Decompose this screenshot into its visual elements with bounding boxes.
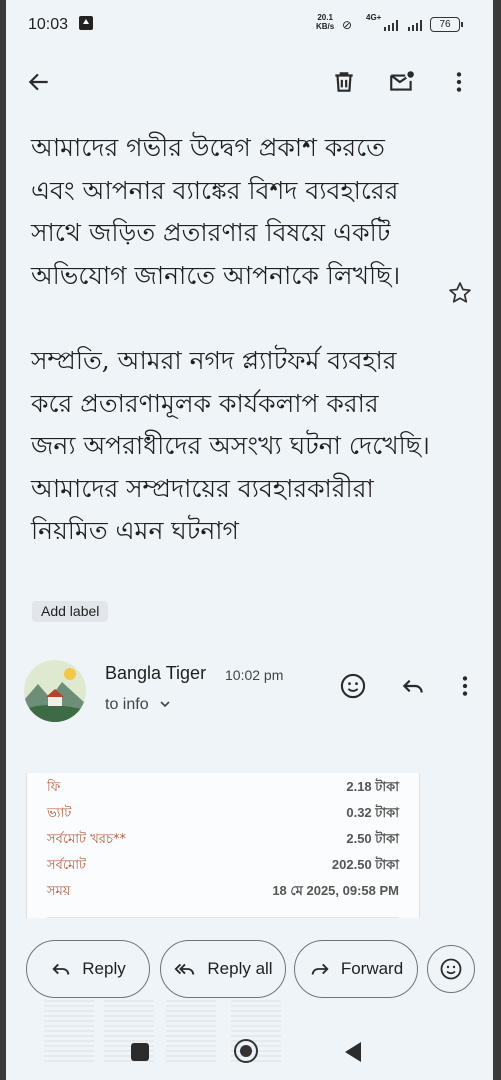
recipient-details[interactable]: to info [105,696,171,714]
message-toolbar [6,55,493,111]
reply-all-icon [174,963,195,975]
receipt-row: ফি 2.18 টাকা [27,775,419,801]
receipt-row: ভ্যাট 0.32 টাকা [27,801,419,827]
emoji-icon [440,958,462,980]
reply-icon [52,963,70,975]
gmail-message-screen: 10:03 20.1 KB/s ⊘ 4G+ 76 আমাদের গভীর উদ্… [6,0,493,1080]
network-speed-value: 20.1 [317,13,333,22]
upload-notification-icon [79,16,93,30]
reply-all-button[interactable]: Reply all [160,940,286,998]
delete-icon[interactable] [331,69,357,95]
sender-name: Bangla Tiger [105,663,207,683]
receipt-value: 202.50 টাকা [331,857,399,872]
message-paragraph-1: আমাদের গভীর উদ্বেগ প্রকাশ করতে এবং আপনার… [31,133,401,290]
receipt-row: সময় 18 মে 2025, 09:58 PM [27,879,419,905]
receipt-label: সর্বমোট খরচ** [47,832,126,847]
receipt-label: ফি [47,780,61,795]
receipt-label: ভ্যাট [47,806,72,821]
system-navigation-bar [6,1010,493,1080]
status-time: 10:03 [28,16,69,33]
reply-all-button-label: Reply all [207,959,273,978]
forward-button-label: Forward [340,959,404,978]
recipient-label: to info [105,696,149,713]
forward-button[interactable]: Forward [294,940,418,998]
react-emoji-button[interactable] [427,945,475,993]
receipt-value: 2.18 টাকা [346,779,399,794]
reply-button-label: Reply [82,959,126,978]
sent-time: 10:02 pm [225,667,284,683]
network-speed: 20.1 KB/s [316,13,334,31]
message-paragraph-2: সম্প্রতি, আমরা নগদ প্ল্যাটফর্ম ব্যবহার ক… [31,345,430,546]
receipt-value: 0.32 টাকা [346,805,399,820]
receipt-row: সর্বমোট খরচ** 2.50 টাকা [27,827,419,853]
recents-button-icon[interactable] [131,1043,149,1061]
forward-icon [311,963,329,975]
message-more-icon[interactable] [452,673,478,699]
reply-icon[interactable] [400,673,426,699]
more-vert-icon[interactable] [446,69,472,95]
home-button-icon[interactable] [233,1038,259,1064]
network-speed-unit: KB/s [316,22,335,31]
mark-unread-icon[interactable] [388,69,416,95]
vibrate-off-icon: ⊘ [342,18,353,32]
avatar[interactable] [24,660,86,722]
back-triangle-icon[interactable] [343,1041,363,1063]
add-reaction-icon[interactable] [339,672,367,700]
receipt-value: 2.50 টাকা [346,831,399,846]
signal-bars-2-icon [408,20,422,31]
network-type: 4G+ [366,13,382,22]
add-label-chip[interactable]: Add label [32,601,109,622]
message-body: আমাদের গভীর উদ্বেগ প্রকাশ করতে এবং আপনার… [31,127,431,553]
battery-indicator: 76 [430,17,463,32]
signal-bars-icon [384,20,398,31]
transaction-receipt: ফি 2.18 টাকা ভ্যাট 0.32 টাকা সর্বমোট খরচ… [26,773,420,918]
status-bar: 10:03 20.1 KB/s ⊘ 4G+ 76 [6,0,493,50]
star-icon[interactable] [447,280,473,306]
screen-edge-right [493,0,501,1080]
receipt-label: সর্বমোট [47,858,87,873]
reply-button[interactable]: Reply [26,940,150,998]
back-arrow-icon[interactable] [26,69,52,95]
receipt-divider [47,917,399,918]
receipt-row: সর্বমোট 202.50 টাকা [27,853,419,879]
chevron-down-icon [160,701,170,708]
receipt-label: সময় [47,884,71,899]
receipt-value: 18 মে 2025, 09:58 PM [272,883,399,898]
